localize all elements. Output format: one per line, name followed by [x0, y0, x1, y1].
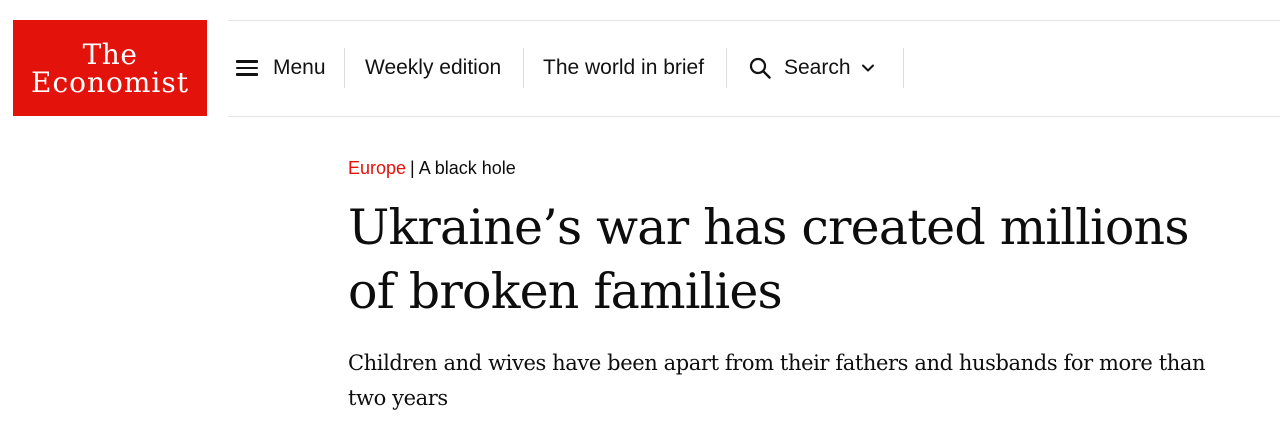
- logo-line-economist: Economist: [31, 66, 189, 99]
- article-rubric: A black hole: [418, 158, 516, 178]
- nav-divider: [523, 48, 524, 88]
- menu-label: Menu: [273, 56, 326, 79]
- search-label: Search: [784, 56, 851, 79]
- menu-button[interactable]: Menu: [236, 48, 326, 88]
- world-in-brief-label: The world in brief: [543, 56, 705, 79]
- chevron-down-icon: [861, 64, 874, 72]
- search-button[interactable]: Search: [748, 48, 876, 88]
- article-kicker: Europe | A black hole: [348, 158, 516, 179]
- world-in-brief-link[interactable]: The world in brief: [543, 48, 704, 88]
- weekly-edition-label: Weekly edition: [365, 56, 502, 79]
- economist-logo[interactable]: The Economist: [13, 20, 207, 116]
- article-headline: Ukraine’s war has created millions of br…: [348, 196, 1248, 324]
- headline-line-2: of broken families: [348, 263, 783, 320]
- section-link[interactable]: Europe: [348, 158, 406, 178]
- top-navigation: Menu Weekly edition The world in brief S…: [228, 20, 1280, 117]
- logo-line-the: The: [82, 38, 138, 71]
- search-icon: [749, 57, 771, 79]
- hamburger-icon: [236, 60, 258, 76]
- headline-line-1: Ukraine’s war has created millions: [348, 199, 1189, 256]
- weekly-edition-link[interactable]: Weekly edition: [365, 48, 501, 88]
- nav-divider: [903, 48, 904, 88]
- nav-divider: [726, 48, 727, 88]
- nav-divider: [344, 48, 345, 88]
- article-subheadline: Children and wives have been apart from …: [348, 351, 1206, 410]
- kicker-separator: |: [410, 158, 415, 178]
